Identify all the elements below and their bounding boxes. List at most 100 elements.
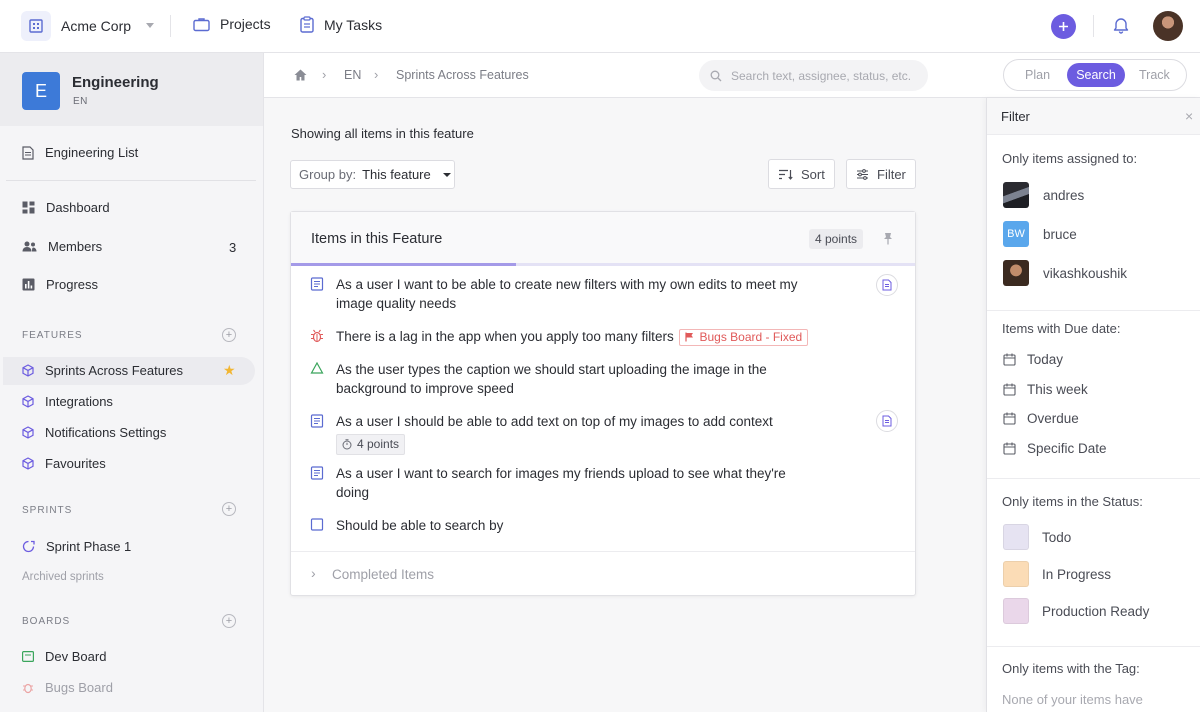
due-option-this-week[interactable]: This week bbox=[1003, 382, 1088, 397]
list-item[interactable]: As a user I want to be able to create ne… bbox=[310, 275, 810, 313]
divider bbox=[1093, 15, 1094, 37]
progress-fill bbox=[291, 263, 516, 266]
card-title: Items in this Feature bbox=[311, 231, 443, 247]
home-icon[interactable] bbox=[294, 69, 307, 81]
filter-user-name: vikashkoushik bbox=[1043, 265, 1128, 281]
add-feature-icon[interactable]: + bbox=[222, 328, 236, 342]
calendar-icon bbox=[1003, 442, 1016, 455]
add-sprint-icon[interactable]: + bbox=[222, 502, 236, 516]
status-swatch bbox=[1003, 561, 1029, 587]
status-option-in-progress[interactable]: In Progress bbox=[1003, 561, 1111, 587]
sort-button[interactable]: Sort bbox=[768, 159, 835, 189]
filter-user-andres[interactable]: andres bbox=[1003, 182, 1084, 208]
top-bar: Acme Corp Projects My Tasks bbox=[0, 0, 1200, 53]
sprint-icon bbox=[22, 540, 35, 553]
tag-heading: Only items with the Tag: bbox=[1002, 661, 1140, 676]
divider bbox=[6, 180, 256, 181]
story-icon bbox=[310, 277, 324, 291]
nav-projects[interactable]: Projects bbox=[193, 16, 271, 32]
sidebar-item-dashboard[interactable]: Dashboard bbox=[22, 200, 110, 215]
details-button[interactable] bbox=[876, 274, 898, 296]
group-by-select[interactable]: Group by: This feature bbox=[290, 160, 455, 189]
status-option-label: Todo bbox=[1042, 529, 1072, 545]
story-icon bbox=[310, 466, 324, 480]
chevron-right-icon: › bbox=[322, 67, 327, 82]
task-text: As the user types the caption we should … bbox=[336, 362, 767, 396]
calendar-icon bbox=[1003, 383, 1016, 396]
chevron-down-icon[interactable] bbox=[146, 23, 154, 28]
status-option-todo[interactable]: Todo bbox=[1003, 524, 1071, 550]
mode-search[interactable]: Search bbox=[1067, 63, 1125, 87]
org-name[interactable]: Acme Corp bbox=[61, 18, 131, 34]
sidebar-item-integrations[interactable]: Integrations bbox=[22, 394, 113, 409]
list-item[interactable]: Should be able to search by bbox=[310, 516, 810, 535]
due-date-heading: Items with Due date: bbox=[1002, 321, 1121, 336]
list-item[interactable]: As a user I want to search for images my… bbox=[310, 464, 810, 502]
filter-user-bruce[interactable]: BW bruce bbox=[1003, 221, 1077, 247]
showing-text: Showing all items in this feature bbox=[291, 126, 474, 141]
sidebar-item-members[interactable]: Members bbox=[22, 239, 102, 254]
sidebar-item-sprint-phase-1[interactable]: Sprint Phase 1 bbox=[22, 539, 131, 554]
sidebar-item-sprints-across-features[interactable]: Sprints Across Features bbox=[22, 363, 183, 378]
bell-icon[interactable] bbox=[1113, 16, 1129, 37]
mode-track[interactable]: Track bbox=[1139, 68, 1170, 82]
flag-icon bbox=[685, 332, 694, 342]
add-board-icon[interactable]: + bbox=[222, 614, 236, 628]
task-text: As a user I want to be able to create ne… bbox=[336, 277, 798, 311]
sidebar-item-notifications-settings[interactable]: Notifications Settings bbox=[22, 425, 166, 440]
mode-toggle: Plan Search Track bbox=[1003, 59, 1187, 91]
breadcrumb-item[interactable]: Sprints Across Features bbox=[396, 68, 529, 82]
due-option-overdue[interactable]: Overdue bbox=[1003, 411, 1079, 426]
card-header: Items in this Feature 4 points bbox=[291, 212, 915, 266]
pin-icon[interactable] bbox=[883, 232, 893, 245]
project-header[interactable]: E Engineering EN bbox=[0, 53, 263, 126]
completed-items-toggle[interactable]: › Completed Items bbox=[291, 551, 915, 595]
sidebar-item-bugs-board[interactable]: Bugs Board bbox=[22, 680, 113, 695]
list-item[interactable]: As a user I should be able to add text o… bbox=[310, 412, 810, 455]
nav-my-tasks[interactable]: My Tasks bbox=[300, 16, 382, 33]
cube-icon bbox=[22, 364, 34, 377]
details-button[interactable] bbox=[876, 410, 898, 432]
divider bbox=[987, 310, 1200, 311]
user-avatar[interactable] bbox=[1153, 11, 1183, 41]
search-input[interactable]: Search text, assignee, status, etc. bbox=[699, 60, 928, 91]
sidebar-item-label: Dashboard bbox=[46, 200, 110, 215]
board-tag[interactable]: Bugs Board - Fixed bbox=[679, 328, 809, 346]
chevron-right-icon: › bbox=[374, 67, 379, 82]
list-item[interactable]: As the user types the caption we should … bbox=[310, 360, 810, 398]
breadcrumb-item[interactable]: EN bbox=[344, 68, 361, 82]
archived-sprints-link[interactable]: Archived sprints bbox=[22, 571, 104, 583]
chevron-right-icon: › bbox=[311, 565, 316, 581]
mode-plan[interactable]: Plan bbox=[1025, 68, 1050, 82]
due-option-specific-date[interactable]: Specific Date bbox=[1003, 441, 1107, 456]
sidebar-item-dev-board[interactable]: Dev Board bbox=[22, 649, 106, 664]
sidebar-item-favourites[interactable]: Favourites bbox=[22, 456, 106, 471]
group-by-label: Group by: bbox=[299, 167, 357, 182]
features-section-title: FEATURES bbox=[22, 330, 83, 341]
project-name: Engineering bbox=[72, 74, 159, 91]
sidebar-item-label: Dev Board bbox=[45, 649, 107, 664]
sidebar-item-progress[interactable]: Progress bbox=[22, 277, 98, 292]
building-icon[interactable] bbox=[21, 11, 51, 41]
checkbox-icon[interactable] bbox=[310, 518, 324, 531]
due-option-label: Overdue bbox=[1027, 411, 1079, 426]
timer-icon bbox=[342, 439, 352, 450]
progress-icon bbox=[22, 278, 35, 291]
dashboard-icon bbox=[22, 201, 35, 214]
document-icon bbox=[882, 415, 892, 427]
close-icon[interactable]: × bbox=[1185, 108, 1193, 124]
filter-button[interactable]: Filter bbox=[846, 159, 916, 189]
filter-user-vikashkoushik[interactable]: vikashkoushik bbox=[1003, 260, 1127, 286]
avatar bbox=[1003, 260, 1029, 286]
list-item[interactable]: There is a lag in the app when you apply… bbox=[310, 327, 810, 346]
due-option-today[interactable]: Today bbox=[1003, 352, 1063, 367]
sidebar-item-label: Favourites bbox=[45, 456, 106, 471]
star-icon[interactable]: ★ bbox=[223, 362, 236, 379]
search-placeholder: Search text, assignee, status, etc. bbox=[731, 68, 912, 83]
add-button[interactable] bbox=[1051, 14, 1076, 39]
status-option-production-ready[interactable]: Production Ready bbox=[1003, 598, 1149, 624]
due-option-label: This week bbox=[1027, 382, 1088, 397]
caret-down-icon bbox=[442, 172, 451, 177]
task-text: There is a lag in the app when you apply… bbox=[336, 329, 674, 344]
sidebar-item-engineering-list[interactable]: Engineering List bbox=[22, 145, 138, 160]
